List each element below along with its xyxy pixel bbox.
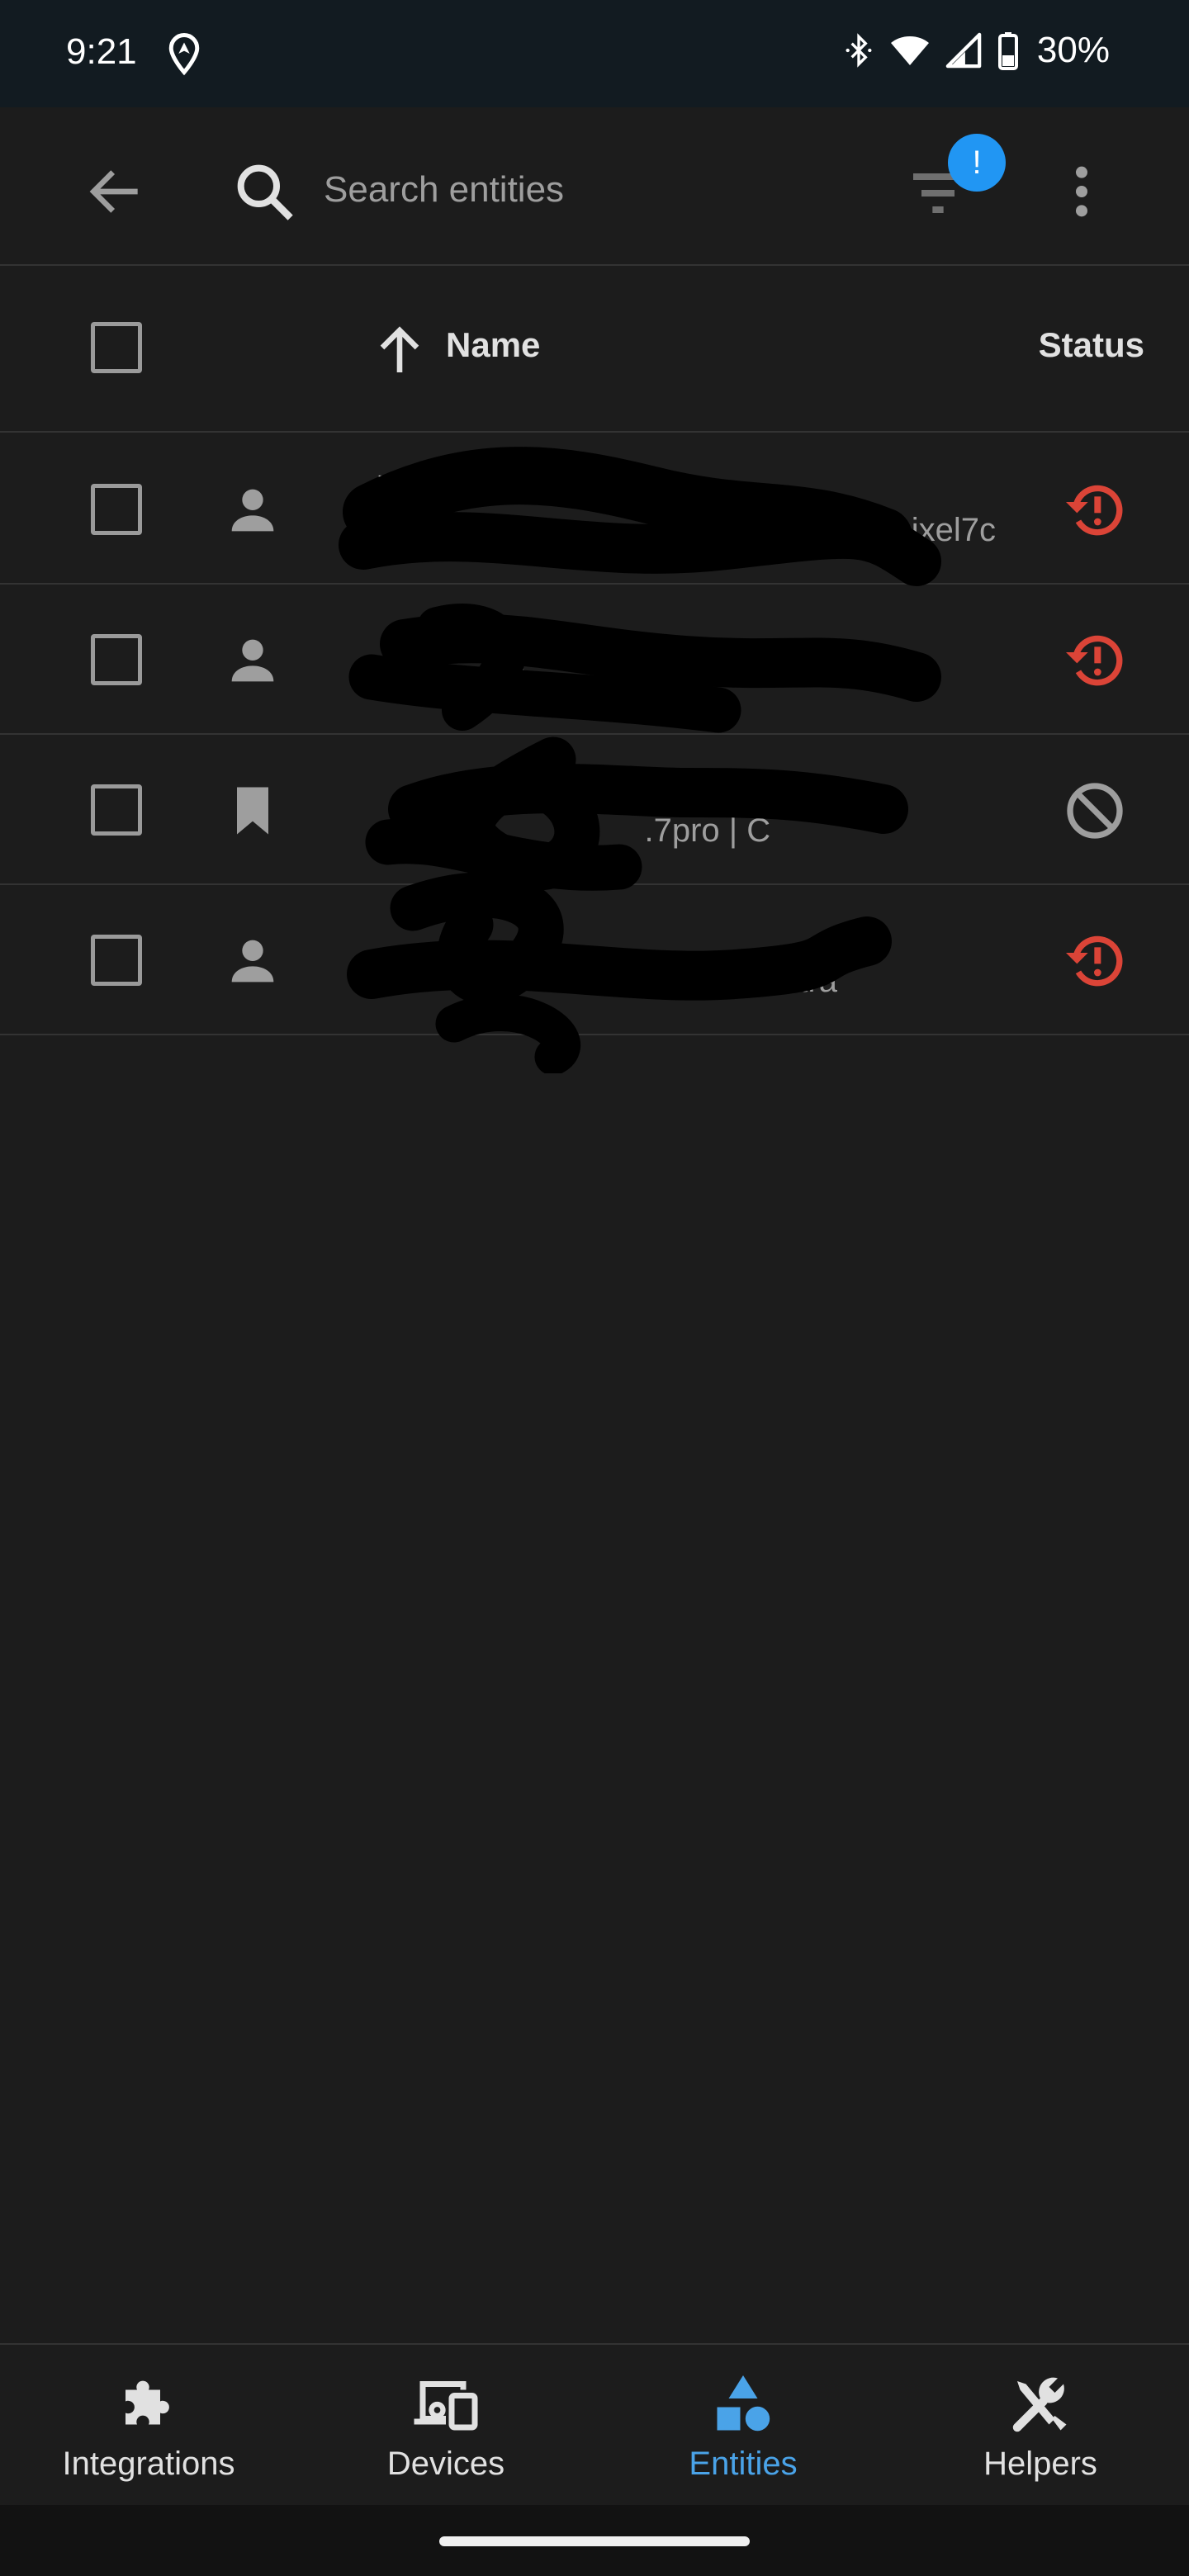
table-row[interactable]: tr .7pro | C	[0, 735, 1189, 885]
nav-label: Entities	[689, 2446, 798, 2482]
row-text: dev pixel7p	[377, 614, 996, 713]
nav-integrations[interactable]: Integrations	[0, 2345, 297, 2505]
row-checkbox[interactable]	[91, 784, 142, 836]
search-toolbar: !	[0, 107, 1189, 266]
row-checkbox[interactable]	[91, 935, 142, 986]
status-time: 9:21	[66, 31, 137, 72]
column-header-status[interactable]: Status	[1039, 325, 1144, 365]
nav-devices[interactable]: Devices	[297, 2345, 594, 2505]
bluetooth-icon	[846, 33, 872, 68]
wifi-icon	[890, 36, 929, 65]
nav-helpers[interactable]: Helpers	[892, 2345, 1189, 2505]
person-icon	[231, 639, 274, 682]
disabled-icon	[1067, 783, 1123, 839]
back-arrow-icon[interactable]	[83, 159, 149, 225]
search-input[interactable]	[324, 157, 836, 223]
bookmark-icon	[237, 787, 268, 835]
more-vert-icon[interactable]	[1049, 159, 1115, 225]
restore-alert-icon	[1066, 485, 1123, 536]
nav-label: Integrations	[62, 2446, 235, 2482]
devices-icon	[414, 2381, 478, 2431]
entity-id: tr .7pro | C	[377, 812, 771, 849]
tools-icon	[1012, 2377, 1067, 2432]
nav-label: Devices	[386, 2446, 505, 2482]
restore-alert-icon	[1066, 635, 1123, 686]
row-text: tr .7pro | C	[377, 765, 996, 864]
battery-percent: 30%	[1036, 30, 1110, 70]
restore-alert-icon	[1066, 935, 1123, 987]
entity-id: dev pixel7p	[377, 662, 544, 698]
entity-id: _pixel7c	[874, 512, 996, 548]
entity-name	[377, 915, 996, 958]
bottom-navigation: Integrations Devices Entities Helpers	[0, 2343, 1189, 2505]
row-text: m _pixel7c	[377, 464, 996, 563]
entity-name	[377, 765, 996, 807]
gesture-bar	[0, 2505, 1189, 2576]
table-row[interactable]: dev pixel7p	[0, 585, 1189, 735]
column-header-name[interactable]: Name	[446, 325, 540, 365]
home-gesture-handle[interactable]	[439, 2536, 750, 2546]
location-icon	[168, 33, 200, 76]
search-icon	[237, 164, 293, 220]
status-bar: 9:21 30%	[0, 0, 1189, 107]
table-row[interactable]: pixel7owntra	[0, 885, 1189, 1035]
entity-name	[377, 614, 996, 657]
table-row[interactable]: m _pixel7c	[0, 434, 1189, 585]
sort-ascending-icon[interactable]	[370, 320, 429, 380]
person-icon	[231, 489, 274, 532]
table-header: Name Status	[0, 268, 1189, 433]
cell-signal-icon	[945, 32, 982, 69]
shapes-icon	[717, 2375, 770, 2432]
battery-icon	[997, 32, 1018, 70]
nav-label: Helpers	[983, 2446, 1097, 2482]
row-checkbox[interactable]	[91, 484, 142, 535]
select-all-checkbox[interactable]	[91, 322, 142, 373]
filter-badge: !	[948, 134, 1006, 192]
row-text: pixel7owntra	[377, 915, 996, 1014]
nav-entities[interactable]: Entities	[594, 2345, 892, 2505]
row-checkbox[interactable]	[91, 634, 142, 685]
entity-id: pixel7owntra	[377, 963, 837, 999]
puzzle-icon	[126, 2380, 169, 2425]
entity-name: m	[377, 464, 405, 500]
person-icon	[231, 940, 274, 983]
